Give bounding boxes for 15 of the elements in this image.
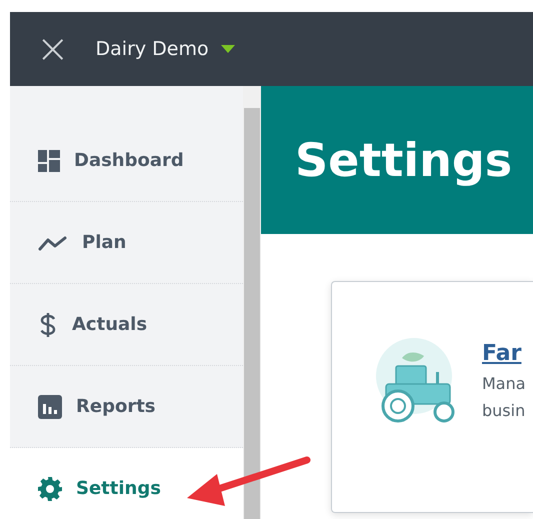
settings-icon [38,476,62,500]
farm-dropdown[interactable]: Dairy Demo [96,38,235,60]
sidebar-item[interactable]: Settings [10,448,243,519]
scrollbar[interactable] [243,86,261,519]
line-chart-icon [38,234,68,250]
dollar-icon [38,312,58,338]
scrollbar-thumb[interactable] [244,108,260,519]
farm-link[interactable]: Far [482,340,526,366]
card-description: Mana [482,372,526,394]
caret-icon [220,45,235,53]
dashboard-icon [38,150,60,172]
card-description: busin [482,400,526,422]
bar-chart-icon [38,394,62,418]
page-title: Settings [295,133,512,187]
close-button[interactable]: × [36,29,70,69]
